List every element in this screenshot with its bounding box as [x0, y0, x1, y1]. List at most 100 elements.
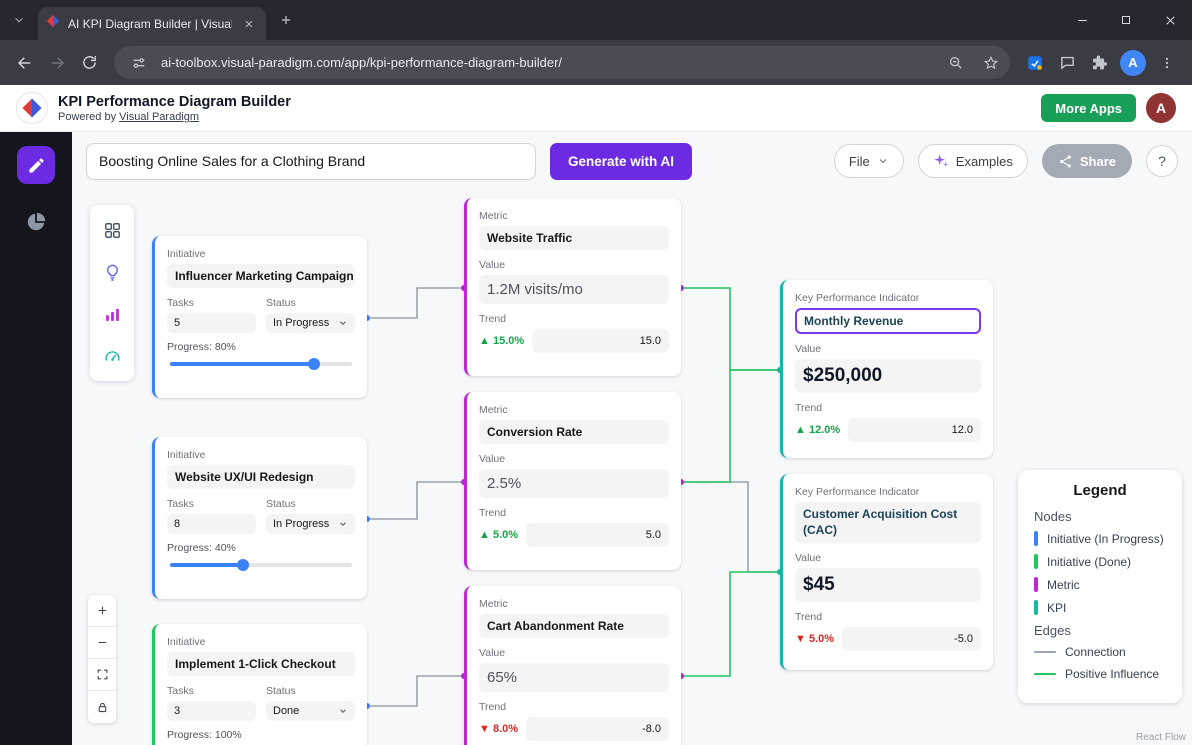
- legend-item: KPI: [1034, 600, 1166, 615]
- legend-swatch: [1034, 554, 1038, 569]
- diagram-canvas[interactable]: Initiative Influencer Marketing Campaign…: [72, 190, 1192, 745]
- metric-value-input[interactable]: 65%: [479, 663, 669, 692]
- initiative-node-one-click-checkout[interactable]: Initiative Implement 1-Click Checkout Ta…: [152, 624, 367, 745]
- tasks-input[interactable]: 5: [167, 313, 256, 333]
- status-value: In Progress: [273, 518, 329, 530]
- node-type-label: Initiative: [167, 636, 355, 648]
- fit-view-button[interactable]: [88, 659, 116, 691]
- browser-menu-kebab-icon[interactable]: [1152, 48, 1182, 78]
- forward-button[interactable]: [42, 48, 72, 78]
- kpi-value-input[interactable]: $250,000: [795, 359, 981, 393]
- metric-title-input[interactable]: Website Traffic: [479, 226, 669, 250]
- main-area: Boosting Online Sales for a Clothing Bra…: [72, 132, 1192, 745]
- zoom-controls: [88, 595, 116, 723]
- lightbulb-icon: [103, 263, 122, 282]
- trend-value-input[interactable]: 12.0: [848, 418, 981, 442]
- examples-button[interactable]: Examples: [918, 144, 1028, 178]
- extensions-puzzle-icon[interactable]: [1084, 48, 1114, 78]
- reload-button[interactable]: [74, 48, 104, 78]
- visual-paradigm-link[interactable]: Visual Paradigm: [119, 111, 199, 123]
- tasks-label: Tasks: [167, 685, 256, 697]
- status-select[interactable]: Done: [266, 701, 355, 721]
- app-user-avatar[interactable]: A: [1146, 93, 1176, 123]
- palette-metric-button[interactable]: [95, 297, 129, 331]
- initiative-title-input[interactable]: Implement 1-Click Checkout: [167, 652, 355, 676]
- app-area: Boosting Online Sales for a Clothing Bra…: [0, 132, 1192, 745]
- new-tab-button[interactable]: [272, 6, 300, 34]
- url-text[interactable]: ai-toolbox.visual-paradigm.com/app/kpi-p…: [161, 55, 934, 70]
- palette-layout-button[interactable]: [95, 213, 129, 247]
- plus-icon: [96, 604, 109, 617]
- help-button[interactable]: ?: [1146, 145, 1178, 177]
- metric-value-input[interactable]: 1.2M visits/mo: [479, 275, 669, 304]
- slider-fill: [170, 563, 243, 567]
- palette-kpi-button[interactable]: [95, 339, 129, 373]
- status-select[interactable]: In Progress: [266, 313, 355, 333]
- kpi-node-monthly-revenue[interactable]: Key Performance Indicator Monthly Revenu…: [780, 280, 993, 458]
- initiative-node-ux-redesign[interactable]: Initiative Website UX/UI Redesign Tasks …: [152, 437, 367, 599]
- slider-thumb[interactable]: [308, 358, 320, 370]
- kpi-node-cac[interactable]: Key Performance Indicator Customer Acqui…: [780, 474, 993, 670]
- progress-slider[interactable]: [170, 563, 352, 567]
- site-info-icon[interactable]: [126, 50, 152, 76]
- close-button[interactable]: [1148, 0, 1192, 40]
- legend-nodes-heading: Nodes: [1034, 509, 1166, 524]
- side-panel-chat-icon[interactable]: [1052, 48, 1082, 78]
- maximize-button[interactable]: [1104, 0, 1148, 40]
- minimize-button[interactable]: [1060, 0, 1104, 40]
- metric-value-input[interactable]: 2.5%: [479, 469, 669, 498]
- metric-title-input[interactable]: Conversion Rate: [479, 420, 669, 444]
- slider-thumb[interactable]: [237, 559, 249, 571]
- initiative-node-influencer[interactable]: Initiative Influencer Marketing Campaign…: [152, 236, 367, 398]
- initiative-title-input[interactable]: Influencer Marketing Campaign: [167, 264, 355, 288]
- node-type-label: Key Performance Indicator: [795, 486, 981, 498]
- node-type-label: Metric: [479, 598, 669, 610]
- trend-value-input[interactable]: -5.0: [842, 627, 981, 651]
- zoom-in-button[interactable]: [88, 595, 116, 627]
- trend-percent: 5.0%: [493, 529, 518, 541]
- browser-titlebar: AI KPI Diagram Builder | Visuali: [0, 0, 1192, 40]
- diagram-toolbar: Boosting Online Sales for a Clothing Bra…: [72, 132, 1192, 190]
- lock-button[interactable]: [88, 691, 116, 723]
- back-button[interactable]: [10, 48, 40, 78]
- more-apps-button[interactable]: More Apps: [1041, 94, 1136, 122]
- kpi-value-input[interactable]: $45: [795, 568, 981, 602]
- progress-slider[interactable]: [170, 362, 352, 366]
- legend-label: KPI: [1047, 601, 1066, 615]
- status-select[interactable]: In Progress: [266, 514, 355, 534]
- trend-label: Trend: [795, 611, 981, 623]
- generate-with-ai-button[interactable]: Generate with AI: [550, 143, 692, 180]
- status-value: Done: [273, 705, 299, 717]
- omnibox[interactable]: ai-toolbox.visual-paradigm.com/app/kpi-p…: [114, 46, 1010, 79]
- lock-icon: [96, 701, 109, 714]
- metric-title-input[interactable]: Cart Abandonment Rate: [479, 614, 669, 638]
- metric-node-cart-abandonment[interactable]: Metric Cart Abandonment Rate Value 65% T…: [464, 586, 681, 745]
- trend-value-input[interactable]: 15.0: [532, 329, 669, 353]
- browser-profile-avatar[interactable]: A: [1120, 50, 1146, 76]
- browser-tab[interactable]: AI KPI Diagram Builder | Visuali: [38, 7, 266, 40]
- file-menu-button[interactable]: File: [834, 144, 904, 178]
- initiative-title-input[interactable]: Website UX/UI Redesign: [167, 465, 355, 489]
- diagram-title-input[interactable]: Boosting Online Sales for a Clothing Bra…: [86, 143, 536, 180]
- kpi-title-input[interactable]: Customer Acquisition Cost (CAC): [795, 502, 981, 543]
- zoom-icon[interactable]: [943, 50, 969, 76]
- tab-close-icon[interactable]: [240, 15, 258, 33]
- palette-initiative-button[interactable]: [95, 255, 129, 289]
- extension-blue-icon[interactable]: [1020, 48, 1050, 78]
- tab-search-chevron-icon[interactable]: [6, 7, 32, 33]
- progress-label: Progress: 80%: [167, 341, 355, 353]
- sidebar-charts-tool[interactable]: [18, 204, 54, 240]
- trend-value-input[interactable]: 5.0: [526, 523, 669, 547]
- trend-value-input[interactable]: -8.0: [526, 717, 669, 741]
- bookmark-star-icon[interactable]: [978, 50, 1004, 76]
- sidebar-edit-tool[interactable]: [17, 146, 55, 184]
- metric-node-conversion-rate[interactable]: Metric Conversion Rate Value 2.5% Trend …: [464, 392, 681, 570]
- zoom-out-button[interactable]: [88, 627, 116, 659]
- tasks-input[interactable]: 8: [167, 514, 256, 534]
- tasks-input[interactable]: 3: [167, 701, 256, 721]
- status-label: Status: [266, 498, 355, 510]
- kpi-title-input[interactable]: Monthly Revenue: [795, 308, 981, 334]
- legend-item: Initiative (Done): [1034, 554, 1166, 569]
- metric-node-website-traffic[interactable]: Metric Website Traffic Value 1.2M visits…: [464, 198, 681, 376]
- share-button[interactable]: Share: [1042, 144, 1132, 178]
